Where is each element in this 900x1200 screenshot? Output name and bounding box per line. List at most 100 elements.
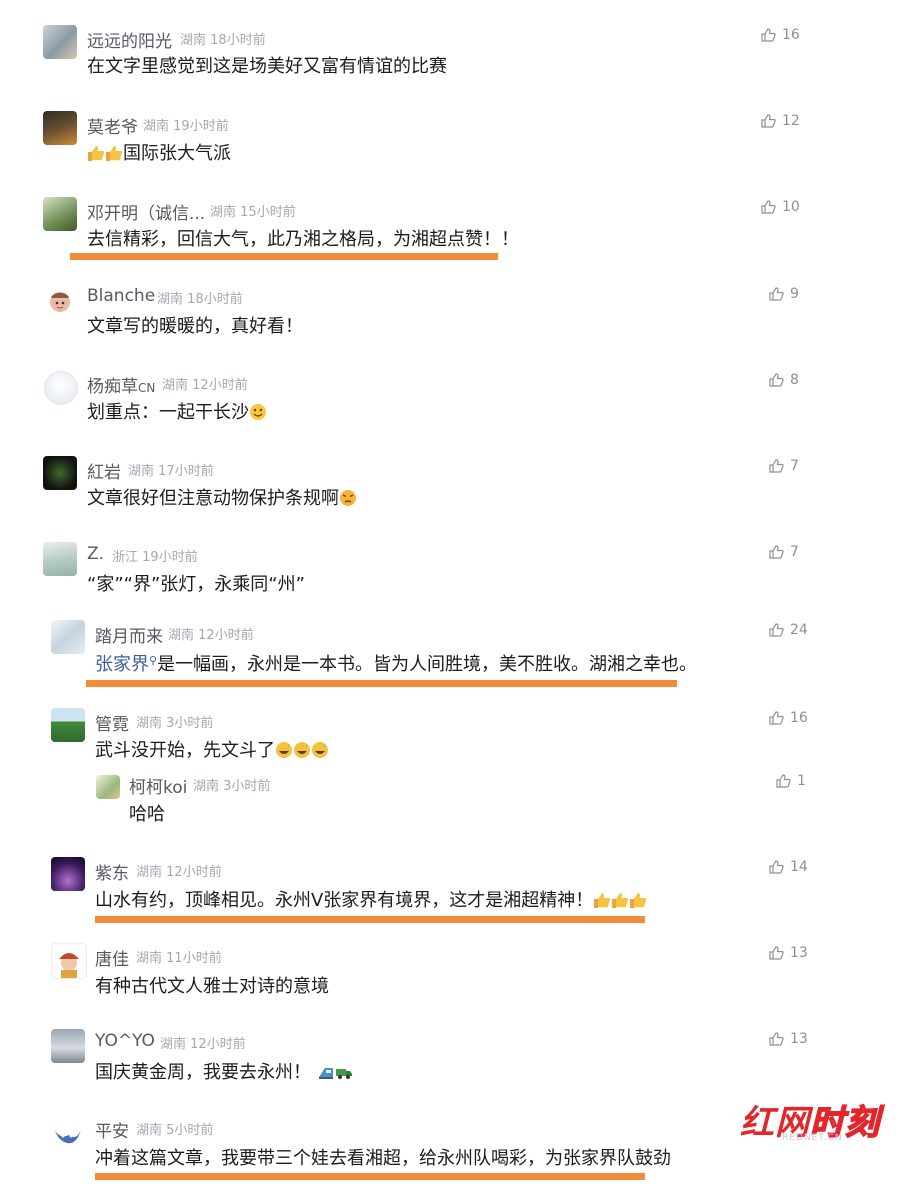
like-button[interactable]: 13 <box>768 945 808 961</box>
like-button[interactable]: 12 <box>760 113 800 129</box>
avatar[interactable] <box>51 1029 85 1063</box>
like-count: 1 <box>797 773 806 789</box>
like-button[interactable]: 13 <box>768 1031 808 1047</box>
like-count: 7 <box>790 458 799 474</box>
topic-link[interactable]: 张家界 <box>95 654 149 675</box>
comment-author[interactable]: 管霓 <box>95 710 129 735</box>
thumbs-up-icon <box>769 623 784 637</box>
comment-author[interactable]: 紫东 <box>95 859 129 884</box>
avatar[interactable] <box>43 542 77 576</box>
comment-meta: 湖南 5小时前 <box>136 1123 214 1138</box>
like-count: 12 <box>782 113 800 129</box>
grinning-sweat-emoji <box>275 741 293 759</box>
thumbs-up-icon <box>769 373 784 387</box>
avatar[interactable] <box>51 708 85 742</box>
thumbs-up-emoji <box>629 891 647 909</box>
rednet-watermark-logo: 红网时刻 REDNET.CN <box>740 1095 885 1155</box>
watermark-subtext: REDNET.CN <box>782 1133 843 1143</box>
comment-text: 国际张大气派 <box>87 139 231 165</box>
comment-meta: 湖南 12小时前 <box>136 865 222 880</box>
like-button[interactable]: 7 <box>768 544 799 560</box>
like-button[interactable]: 16 <box>768 710 808 726</box>
thumbs-up-icon <box>769 1032 784 1046</box>
comment-author[interactable]: Z. <box>87 544 104 564</box>
smiling-face-emoji <box>249 403 267 421</box>
like-button[interactable]: 7 <box>768 458 799 474</box>
comment-text: “家”“界”张灯，永乘同“州” <box>87 574 305 595</box>
thumbs-up-icon <box>769 946 784 960</box>
thumbs-up-icon <box>761 28 776 42</box>
avatar[interactable] <box>43 25 77 59</box>
comment-text: 国庆黄金周，我要去永州！ <box>95 1058 353 1084</box>
thumbs-up-emoji <box>593 891 611 909</box>
comment-author[interactable]: 远远的阳光 <box>87 27 172 52</box>
pouting-face-emoji <box>339 489 357 507</box>
like-button[interactable]: 16 <box>760 27 800 43</box>
comment-author[interactable]: Blanche <box>87 286 155 306</box>
comment-text: 冲着这篇文章，我要带三个娃去看湘超，给永州队喝彩，为张家界队鼓劲 <box>95 1148 671 1169</box>
comment-meta: 湖南 12小时前 <box>160 1037 246 1052</box>
comment-author[interactable]: 紅岩 <box>87 458 121 483</box>
comment-meta: 湖南 11小时前 <box>136 951 222 966</box>
comment-text: 文章写的暖暖的，真好看！ <box>87 316 303 337</box>
avatar[interactable] <box>43 456 77 490</box>
avatar[interactable] <box>51 857 85 891</box>
highlight-underline <box>95 1173 645 1180</box>
thumbs-up-icon <box>769 711 784 725</box>
comment-text: 哈哈 <box>129 804 165 825</box>
comment-author[interactable]: 莫老爷 <box>87 113 138 138</box>
comment-meta: 湖南 3小时前 <box>193 779 271 794</box>
avatar[interactable] <box>96 775 120 799</box>
like-button[interactable]: 10 <box>760 199 800 215</box>
like-button[interactable]: 9 <box>768 286 799 302</box>
like-button[interactable]: 14 <box>768 859 808 875</box>
comment-text: 去信精彩，回信大气，此乃湘之格局，为湘超点赞！！ <box>87 229 519 250</box>
like-count: 14 <box>790 859 808 875</box>
comment-author[interactable]: 杨痴草CN <box>87 372 155 397</box>
comment-author[interactable]: YO^YO <box>95 1031 155 1051</box>
thumbs-up-emoji <box>611 891 629 909</box>
avatar[interactable] <box>43 111 77 145</box>
like-count: 9 <box>790 286 799 302</box>
like-count: 16 <box>782 27 800 43</box>
like-count: 16 <box>790 710 808 726</box>
comment-author[interactable]: 踏月而来 <box>95 622 163 647</box>
like-count: 7 <box>790 544 799 560</box>
search-icon[interactable]: ⚲ <box>149 654 157 667</box>
thumbs-up-emoji <box>105 144 123 162</box>
comment-author[interactable]: 柯柯koi <box>129 773 187 798</box>
comment-meta: 湖南 12小时前 <box>168 628 254 643</box>
comment-text: 在文字里感觉到这是场美好又富有情谊的比赛 <box>87 56 447 77</box>
avatar[interactable] <box>44 371 78 405</box>
comment-meta: 湖南 12小时前 <box>162 378 248 393</box>
like-button[interactable]: 8 <box>768 372 799 388</box>
comment-author[interactable]: 唐佳 <box>95 945 129 970</box>
comment-meta: 湖南 17小时前 <box>128 464 214 479</box>
like-button[interactable]: 24 <box>768 622 808 638</box>
thumbs-up-emoji <box>87 144 105 162</box>
like-count: 8 <box>790 372 799 388</box>
grinning-sweat-emoji <box>293 741 311 759</box>
thumbs-up-icon <box>761 200 776 214</box>
avatar[interactable] <box>51 943 87 979</box>
avatar[interactable] <box>51 1117 85 1151</box>
like-button[interactable]: 1 <box>775 773 806 789</box>
comment-author[interactable]: 平安 <box>95 1117 129 1142</box>
comment-text: 有种古代文人雅士对诗的意境 <box>95 976 329 997</box>
thumbs-up-icon <box>769 287 784 301</box>
comment-meta: 湖南 19小时前 <box>143 119 229 134</box>
comment-author[interactable]: 邓开明（诚信... <box>87 199 205 224</box>
like-count: 24 <box>790 622 808 638</box>
comment-text: 划重点：一起干长沙 <box>87 398 267 424</box>
thumbs-up-icon <box>769 860 784 874</box>
comment-meta: 湖南 18小时前 <box>180 33 266 48</box>
avatar[interactable] <box>51 620 85 654</box>
highlight-underline <box>86 680 677 687</box>
avatar[interactable] <box>43 197 77 231</box>
highlight-underline <box>70 253 498 260</box>
like-count: 13 <box>790 1031 808 1047</box>
like-count: 10 <box>782 199 800 215</box>
comment-text: 武斗没开始，先文斗了 <box>95 736 329 762</box>
avatar[interactable] <box>45 286 75 316</box>
train-emoji <box>317 1063 335 1081</box>
